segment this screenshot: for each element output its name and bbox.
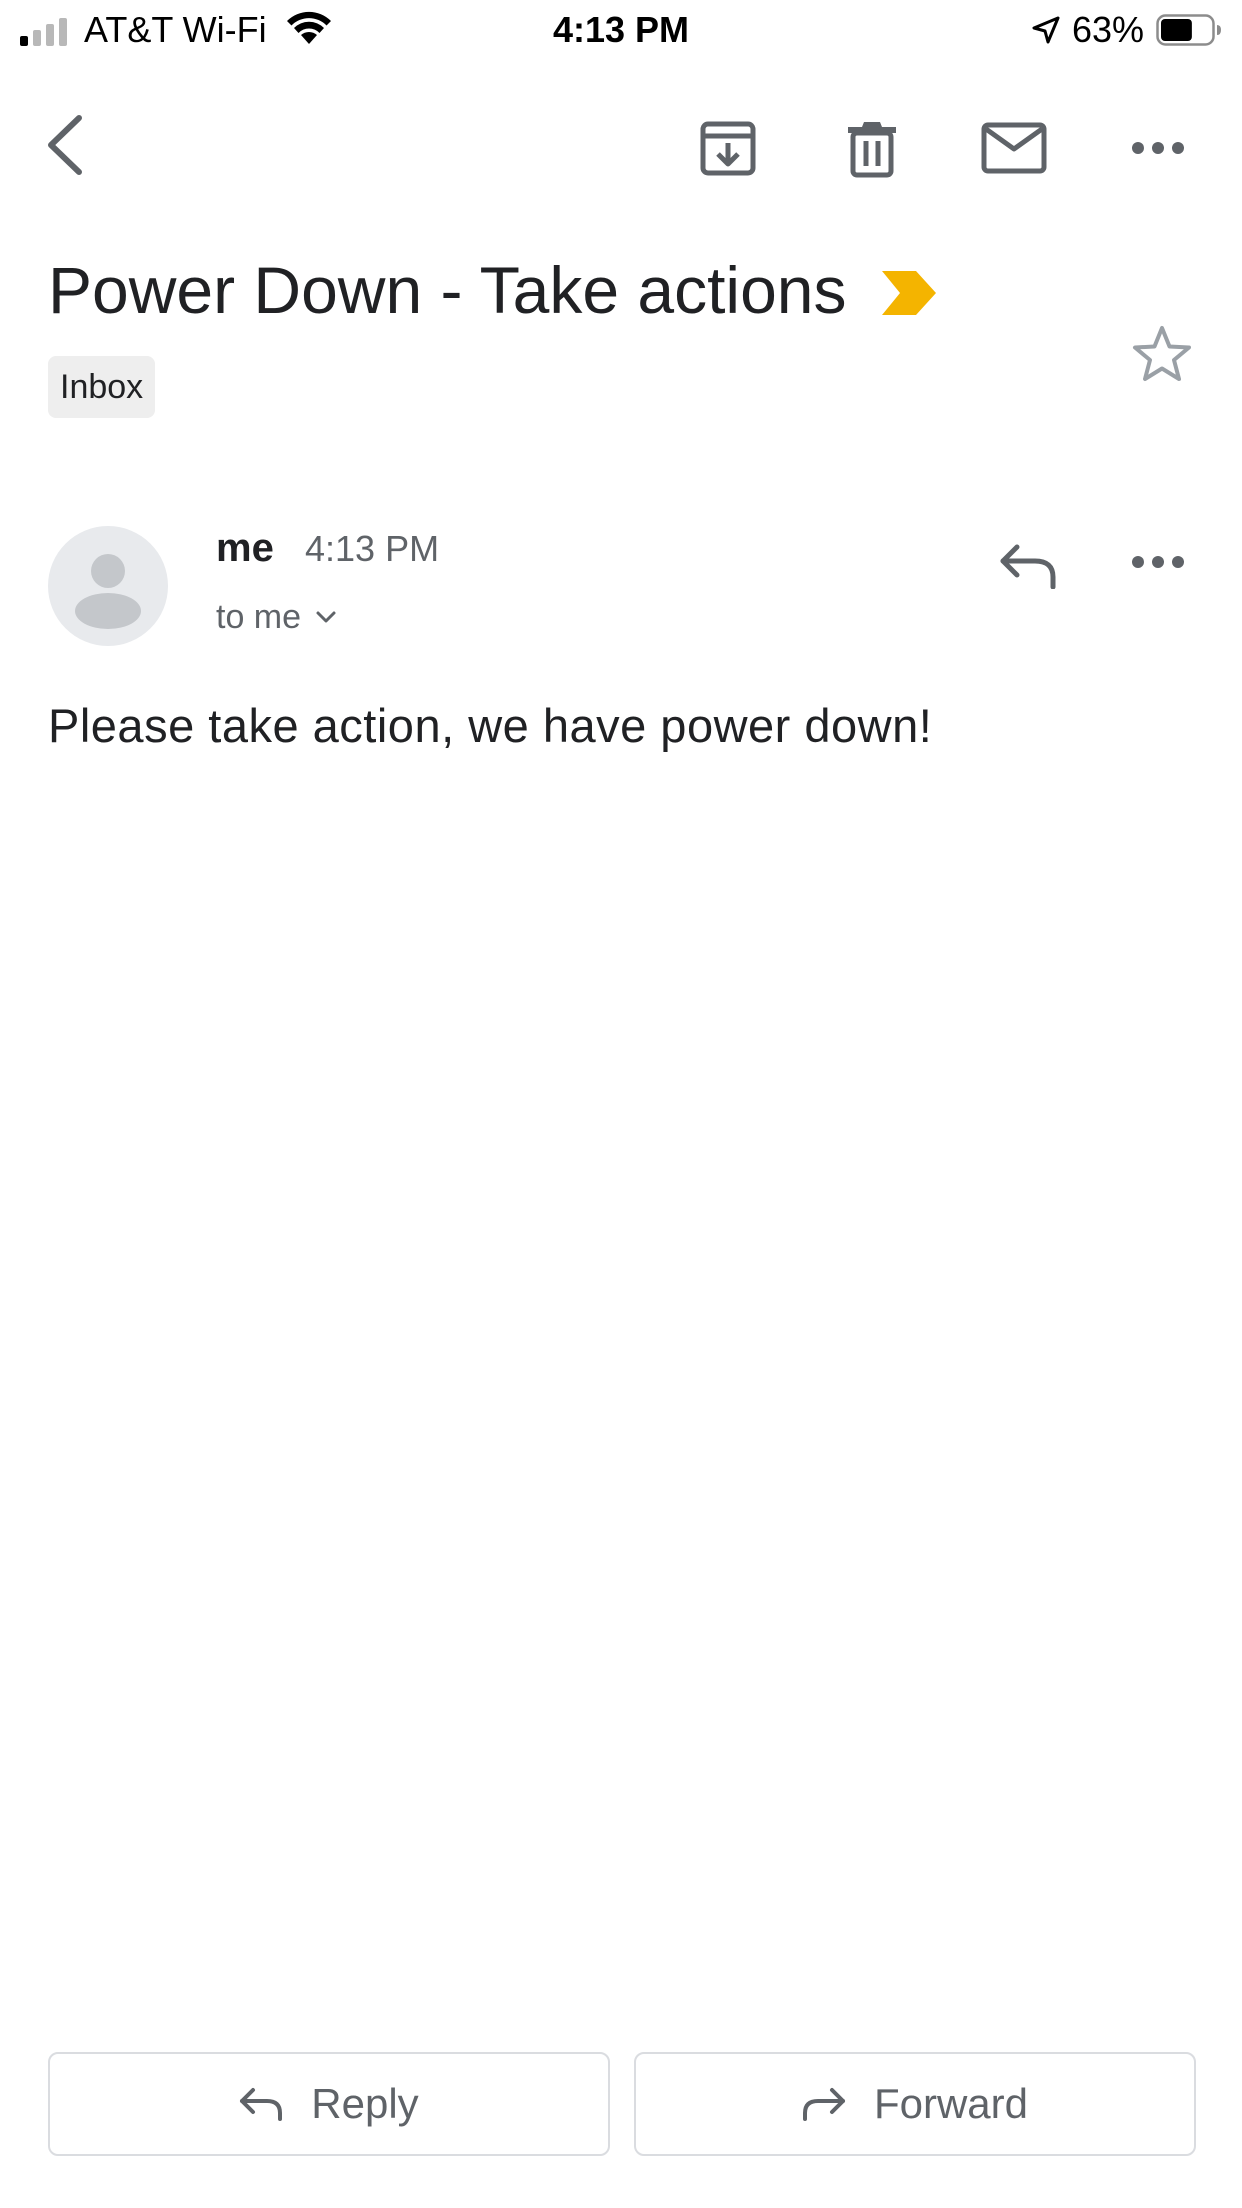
status-bar: AT&T Wi-Fi 4:13 PM 63%	[0, 0, 1242, 60]
location-arrow-icon	[1032, 16, 1060, 44]
back-icon	[48, 115, 82, 175]
reply-button[interactable]: Reply	[48, 2052, 610, 2156]
trash-icon	[848, 122, 896, 178]
mail-icon	[981, 122, 1047, 174]
chevron-down-icon	[316, 611, 336, 623]
label-chip-inbox[interactable]: Inbox	[48, 356, 156, 418]
star-button[interactable]	[1124, 316, 1200, 392]
back-button[interactable]	[30, 100, 100, 190]
importance-marker-icon[interactable]	[882, 271, 936, 315]
mark-unread-button[interactable]	[976, 110, 1052, 186]
message-more-button[interactable]	[1120, 524, 1196, 600]
more-options-button[interactable]	[1120, 110, 1196, 186]
recipients-text: to me	[216, 598, 302, 636]
reply-icon-button[interactable]	[990, 528, 1066, 604]
forward-button[interactable]: Forward	[634, 2052, 1196, 2156]
message-time: 4:13 PM	[305, 528, 440, 569]
recipients-toggle[interactable]: to me	[216, 592, 337, 642]
message-body: Please take action, we have power down!	[48, 699, 933, 752]
email-subject: Power Down - Take actions	[48, 253, 847, 327]
forward-icon	[802, 2088, 845, 2121]
archive-icon	[700, 121, 756, 176]
sender-avatar[interactable]	[48, 526, 168, 646]
more-horizontal-icon	[1132, 556, 1184, 568]
more-horizontal-icon	[1132, 142, 1184, 154]
forward-button-label: Forward	[873, 2080, 1029, 2127]
battery-icon	[1156, 14, 1221, 46]
sender-name: me	[216, 526, 274, 570]
battery-percentage: 63%	[1072, 9, 1145, 50]
reply-icon	[240, 2088, 283, 2121]
person-icon	[75, 554, 141, 629]
reply-button-label: Reply	[311, 2080, 419, 2127]
star-icon	[1133, 326, 1191, 381]
delete-button[interactable]	[834, 110, 910, 186]
reply-icon	[1000, 544, 1056, 589]
archive-button[interactable]	[690, 110, 766, 186]
